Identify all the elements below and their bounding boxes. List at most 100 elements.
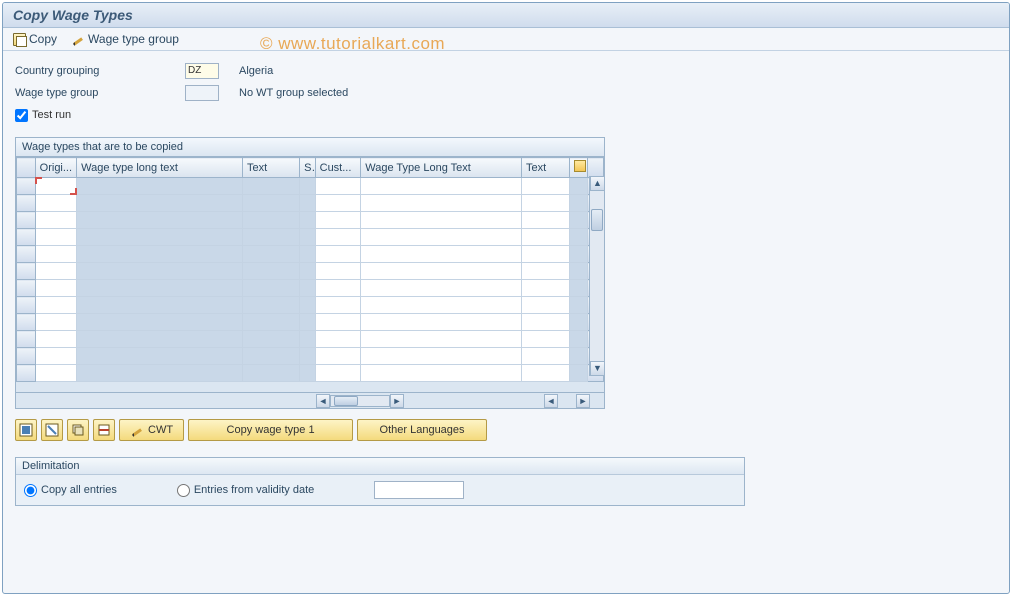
cell[interactable] (35, 280, 76, 297)
cell[interactable] (243, 365, 300, 382)
cell[interactable] (315, 297, 361, 314)
cell[interactable] (522, 178, 570, 195)
cell[interactable] (243, 331, 300, 348)
col-long-text-1[interactable]: Wage type long text (77, 158, 243, 178)
table-row[interactable] (17, 365, 604, 382)
cell[interactable] (35, 348, 76, 365)
cell[interactable] (361, 297, 522, 314)
h-scroll-right-group[interactable]: ◄ ► (544, 393, 604, 408)
wage-types-table[interactable]: Origi... Wage type long text Text S Cust… (16, 157, 604, 382)
row-selector[interactable] (17, 314, 36, 331)
table-row[interactable] (17, 246, 604, 263)
cell[interactable] (35, 178, 76, 195)
deselect-all-button[interactable] (41, 419, 63, 441)
wage-type-group-button[interactable]: Wage type group (71, 32, 179, 46)
cell[interactable] (361, 314, 522, 331)
cell[interactable] (35, 263, 76, 280)
scroll-thumb[interactable] (591, 209, 603, 231)
cell[interactable] (77, 314, 243, 331)
cell[interactable] (361, 246, 522, 263)
select-all-header[interactable] (17, 158, 36, 178)
col-original[interactable]: Origi... (35, 158, 76, 178)
cell[interactable] (522, 331, 570, 348)
cell[interactable] (300, 348, 316, 365)
cell[interactable] (522, 314, 570, 331)
cell[interactable] (315, 178, 361, 195)
copy-rows-button[interactable] (67, 419, 89, 441)
table-row[interactable] (17, 331, 604, 348)
country-grouping-field[interactable]: DZ (185, 63, 219, 79)
cell[interactable] (77, 365, 243, 382)
other-languages-button[interactable]: Other Languages (357, 419, 487, 441)
delete-rows-button[interactable] (93, 419, 115, 441)
cell[interactable] (522, 195, 570, 212)
scroll-left-icon-2[interactable]: ◄ (544, 394, 558, 408)
scroll-left-icon[interactable]: ◄ (316, 394, 330, 408)
cell[interactable] (35, 246, 76, 263)
cell[interactable] (300, 314, 316, 331)
cell[interactable] (361, 280, 522, 297)
cell[interactable] (315, 331, 361, 348)
cell[interactable] (35, 195, 76, 212)
cell[interactable] (243, 212, 300, 229)
col-text-1[interactable]: Text (243, 158, 300, 178)
cell[interactable] (315, 263, 361, 280)
cell[interactable] (522, 246, 570, 263)
cell[interactable] (300, 331, 316, 348)
cell[interactable] (243, 297, 300, 314)
cell[interactable] (300, 280, 316, 297)
cell[interactable] (77, 229, 243, 246)
cell[interactable] (522, 348, 570, 365)
cell[interactable] (243, 229, 300, 246)
cell[interactable] (77, 212, 243, 229)
table-row[interactable] (17, 229, 604, 246)
table-row[interactable] (17, 212, 604, 229)
cell[interactable] (522, 212, 570, 229)
cell[interactable] (243, 178, 300, 195)
cell[interactable] (77, 195, 243, 212)
col-customer[interactable]: Cust... (315, 158, 361, 178)
row-selector[interactable] (17, 195, 36, 212)
copy-button[interactable]: Copy (13, 32, 57, 46)
cell[interactable] (77, 178, 243, 195)
cell[interactable] (300, 297, 316, 314)
cell[interactable] (35, 365, 76, 382)
cell[interactable] (243, 246, 300, 263)
cell[interactable] (77, 297, 243, 314)
cell[interactable] (300, 246, 316, 263)
col-long-text-2[interactable]: Wage Type Long Text (361, 158, 522, 178)
cell[interactable] (77, 331, 243, 348)
row-selector[interactable] (17, 178, 36, 195)
scroll-down-icon[interactable]: ▼ (590, 361, 605, 376)
vertical-scrollbar[interactable]: ▲ ▼ (589, 176, 604, 376)
row-selector[interactable] (17, 212, 36, 229)
table-row[interactable] (17, 314, 604, 331)
select-all-button[interactable] (15, 419, 37, 441)
cell[interactable] (35, 212, 76, 229)
cell[interactable] (522, 229, 570, 246)
cell[interactable] (243, 348, 300, 365)
row-selector[interactable] (17, 246, 36, 263)
config-columns-button[interactable] (569, 158, 588, 178)
row-selector[interactable] (17, 331, 36, 348)
cell[interactable] (315, 314, 361, 331)
col-text-2[interactable]: Text (522, 158, 570, 178)
cell[interactable] (35, 314, 76, 331)
h-scroll-left-group[interactable]: ◄ ► (316, 393, 426, 408)
cell[interactable] (315, 229, 361, 246)
cwt-button[interactable]: CWT (119, 419, 184, 441)
cell[interactable] (361, 365, 522, 382)
cell[interactable] (300, 365, 316, 382)
copy-all-option[interactable]: Copy all entries (24, 484, 117, 497)
row-selector[interactable] (17, 229, 36, 246)
cell[interactable] (300, 178, 316, 195)
wage-type-group-field[interactable] (185, 85, 219, 101)
cell[interactable] (243, 195, 300, 212)
scroll-right-icon[interactable]: ► (390, 394, 404, 408)
cell[interactable] (522, 297, 570, 314)
cell[interactable] (77, 348, 243, 365)
cell[interactable] (77, 263, 243, 280)
cell[interactable] (315, 280, 361, 297)
row-selector[interactable] (17, 280, 36, 297)
cell[interactable] (522, 365, 570, 382)
